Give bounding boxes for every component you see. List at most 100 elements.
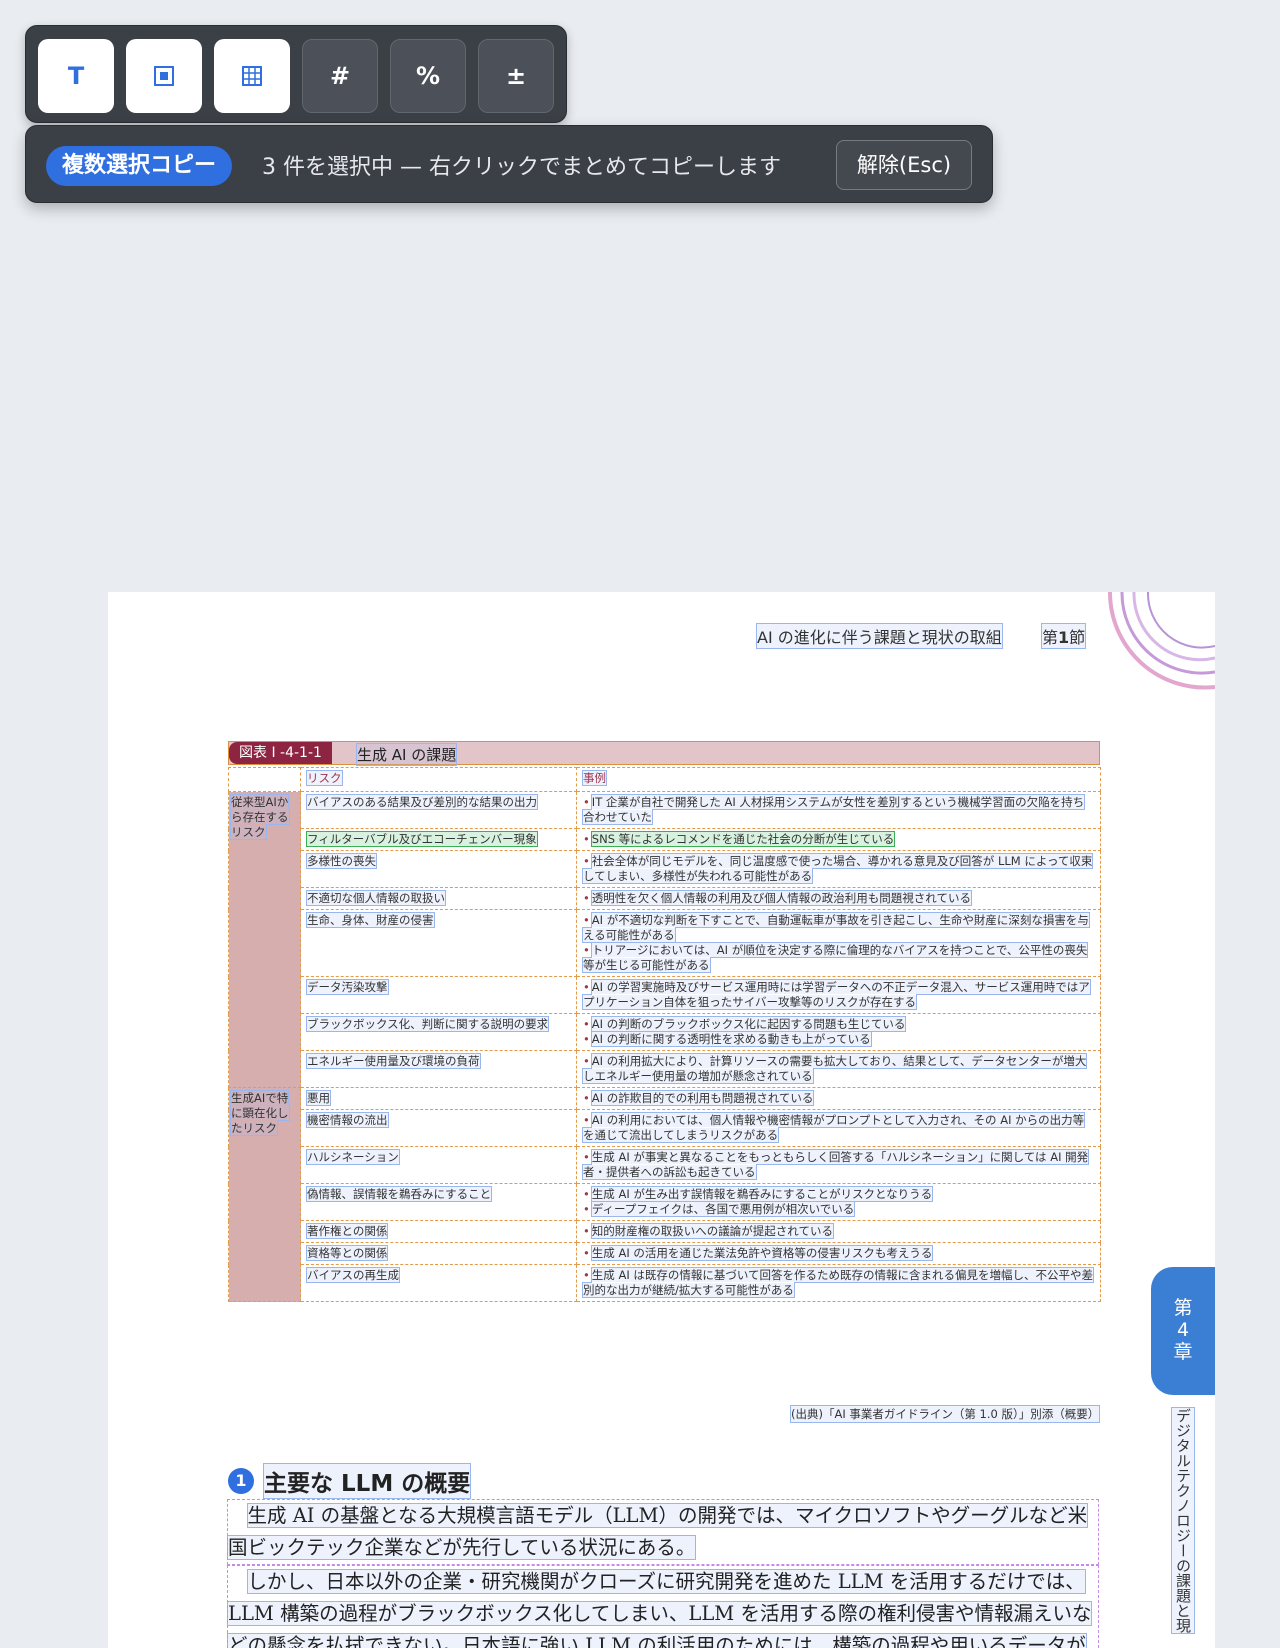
percent-tool-button[interactable]: % bbox=[390, 39, 466, 113]
case-cell: • AI の詐欺目的での利用も問題視されている bbox=[576, 1087, 1101, 1110]
risk-name[interactable]: エネルギー使用量及び環境の負荷 bbox=[306, 1053, 481, 1069]
risk-cell: 偽情報、誤情報を鵜呑みにすること bbox=[300, 1183, 577, 1221]
case-item: • AI の判断のブラックボックス化に起因する問題も生じている bbox=[583, 1016, 1094, 1032]
case-text[interactable]: 社会全体が同じモデルを、同じ温度感で使った場合、導かれる意見及び回答が LLM … bbox=[581, 853, 1094, 884]
column-header-risk: リスク bbox=[300, 767, 577, 792]
case-cell: • AI の学習実施時及びサービス運用時には学習データへの不正データ混入、サービス… bbox=[576, 976, 1101, 1014]
risk-name[interactable]: 悪用 bbox=[306, 1090, 331, 1106]
text-tool-button[interactable]: T bbox=[38, 39, 114, 113]
case-cell: • 社会全体が同じモデルを、同じ温度感で使った場合、導かれる意見及び回答が LLM… bbox=[576, 850, 1101, 888]
risk-name[interactable]: 機密情報の流出 bbox=[306, 1112, 389, 1128]
bullet-icon: • bbox=[583, 1246, 590, 1260]
case-item: • トリアージにおいては、AI が順位を決定する際に倫理的なバイアスを持つことで、… bbox=[581, 942, 1094, 973]
case-item: • 知的財産権の取扱いへの議論が提起されている bbox=[583, 1223, 1094, 1239]
box-tool-button[interactable] bbox=[126, 39, 202, 113]
case-cell: • 生成 AI が生み出す誤情報を鵜呑みにすることがリスクとなりうる • ディープフェ… bbox=[576, 1183, 1101, 1221]
bullet-icon: • bbox=[583, 1032, 590, 1046]
risk-cell: 資格等との関係 bbox=[300, 1242, 577, 1265]
table-tool-button[interactable] bbox=[214, 39, 290, 113]
case-text[interactable]: 知的財産権の取扱いへの議論が提起されている bbox=[590, 1223, 834, 1239]
risk-name[interactable]: 多様性の喪失 bbox=[306, 853, 377, 869]
risk-cell: ハルシネーション bbox=[300, 1146, 577, 1184]
bullet-icon: • bbox=[583, 832, 590, 846]
number-tool-button[interactable]: # bbox=[302, 39, 378, 113]
risk-cell: 機密情報の流出 bbox=[300, 1109, 577, 1147]
case-item: • IT 企業が自社で開発した AI 人材採用システムが女性を差別するという機械学… bbox=[581, 794, 1094, 825]
risk-cell: 悪用 bbox=[300, 1087, 577, 1110]
risk-name[interactable]: バイアスの再生成 bbox=[306, 1267, 400, 1283]
case-text[interactable]: AI の詐欺目的での利用も問題視されている bbox=[590, 1090, 815, 1106]
figure-source: (出典)「AI 事業者ガイドライン（第 1.0 版）」別添（概要） bbox=[789, 1405, 1101, 1423]
case-text[interactable]: 生成 AI が事実と異なることをもっともらしく回答する「ハルシネーション」に関し… bbox=[581, 1149, 1090, 1180]
case-cell: • AI の判断のブラックボックス化に起因する問題も生じている • AI の判断に関す… bbox=[576, 1013, 1101, 1051]
table-row: ブラックボックス化、判断に関する説明の要求 • AI の判断のブラックボックス化に起… bbox=[229, 1013, 1101, 1051]
case-item: • AI の詐欺目的での利用も問題視されている bbox=[583, 1090, 1094, 1106]
bullet-icon: • bbox=[583, 891, 590, 905]
case-cell: • 生成 AI が事実と異なることをもっともらしく回答する「ハルシネーション」に関… bbox=[576, 1146, 1101, 1184]
column-header-case: 事例 bbox=[576, 767, 1101, 792]
risk-name[interactable]: 生命、身体、財産の侵害 bbox=[306, 912, 435, 928]
plusminus-tool-button[interactable]: ± bbox=[478, 39, 554, 113]
table-row: 不適切な個人情報の取扱い • 透明性を欠く個人情報の利用及び個人情報の政治利用も問題… bbox=[229, 887, 1101, 910]
bullet-icon: • bbox=[583, 1187, 590, 1201]
risk-name[interactable]: データ汚染攻撃 bbox=[306, 979, 389, 995]
case-cell: • AI の利用拡大により、計算リソースの需要も拡大しており、結果として、データセ… bbox=[576, 1050, 1101, 1088]
bullet-icon: • bbox=[583, 1054, 590, 1068]
case-text[interactable]: ディープフェイクは、各国で悪用例が相次いでいる bbox=[590, 1201, 856, 1217]
table-row: 偽情報、誤情報を鵜呑みにすること • 生成 AI が生み出す誤情報を鵜呑みにすること… bbox=[229, 1183, 1101, 1221]
case-text[interactable]: AI の判断に関する透明性を求める動きも上がっている bbox=[590, 1031, 872, 1047]
case-item: • SNS 等によるレコメンドを通じた社会の分断が生じている bbox=[583, 831, 1094, 847]
risk-group-label: 生成AIで特に顕在化したリスク bbox=[228, 1087, 301, 1302]
figure-title: 生成 AI の課題 bbox=[355, 743, 458, 766]
case-item: • AI が不適切な判断を下すことで、自動運転車が事故を引き起こし、生命や財産に深… bbox=[582, 912, 1094, 943]
table-row: 従来型AIから存在するリスク バイアスのある結果及び差別的な結果の出力 • IT 企業… bbox=[228, 791, 1101, 1088]
bullet-icon: • bbox=[583, 1113, 590, 1127]
case-text[interactable]: AI の学習実施時及びサービス運用時には学習データへの不正データ混入、サービス運… bbox=[582, 979, 1091, 1010]
bullet-icon: • bbox=[583, 795, 590, 809]
case-text[interactable]: トリアージにおいては、AI が順位を決定する際に倫理的なバイアスを持つことで、公… bbox=[581, 942, 1089, 973]
table-grid-icon bbox=[242, 66, 262, 86]
case-text[interactable]: 生成 AI が生み出す誤情報を鵜呑みにすることがリスクとなりうる bbox=[590, 1186, 934, 1202]
table-row: 多様性の喪失 • 社会全体が同じモデルを、同じ温度感で使った場合、導かれる意見及び回… bbox=[229, 850, 1101, 888]
case-text[interactable]: 透明性を欠く個人情報の利用及び個人情報の政治利用も問題視されている bbox=[590, 890, 972, 906]
risk-name[interactable]: 偽情報、誤情報を鵜呑みにすること bbox=[305, 1186, 493, 1202]
hash-icon: # bbox=[329, 62, 351, 90]
table-header-row: リスク 事例 bbox=[228, 767, 1101, 792]
bullet-icon: • bbox=[583, 1202, 590, 1216]
mode-badge: 複数選択コピー bbox=[46, 146, 233, 186]
table-row: データ汚染攻撃 • AI の学習実施時及びサービス運用時には学習データへの不正データ… bbox=[229, 976, 1101, 1014]
decorative-arcs-icon bbox=[1107, 592, 1215, 690]
case-text[interactable]: IT 企業が自社で開発した AI 人材採用システムが女性を差別するという機械学習… bbox=[581, 794, 1086, 825]
risk-name[interactable]: バイアスのある結果及び差別的な結果の出力 bbox=[306, 794, 538, 810]
risk-name[interactable]: ハルシネーション bbox=[306, 1149, 400, 1165]
table-row: 生命、身体、財産の侵害 • AI が不適切な判断を下すことで、自動運転車が事故を引き… bbox=[229, 909, 1101, 977]
risk-cell: バイアスの再生成 bbox=[300, 1264, 577, 1302]
chapter-tab-prefix: 第 bbox=[1173, 1297, 1193, 1319]
case-item: • ディープフェイクは、各国で悪用例が相次いでいる bbox=[583, 1201, 1094, 1217]
case-item: • 生成 AI の活用を通じた業法免許や資格等の侵害リスクも考えうる bbox=[583, 1245, 1094, 1261]
case-text[interactable]: 生成 AI は既存の情報に基づいて回答を作るため既存の情報に含まれる偏見を増幅し… bbox=[581, 1267, 1095, 1298]
case-item: • 生成 AI は既存の情報に基づいて回答を作るため既存の情報に含まれる偏見を増幅… bbox=[581, 1267, 1095, 1298]
risk-name[interactable]: 資格等との関係 bbox=[305, 1245, 389, 1261]
risk-cell: データ汚染攻撃 bbox=[300, 976, 577, 1014]
plus-minus-icon: ± bbox=[505, 62, 527, 90]
case-item: • AI の判断に関する透明性を求める動きも上がっている bbox=[583, 1031, 1094, 1047]
bullet-icon: • bbox=[583, 854, 590, 868]
case-text[interactable]: AI の利用拡大により、計算リソースの需要も拡大しており、結果として、データセン… bbox=[581, 1053, 1088, 1084]
risk-name[interactable]: 著作権との関係 bbox=[305, 1223, 389, 1239]
case-text[interactable]: SNS 等によるレコメンドを通じた社会の分断が生じている bbox=[590, 831, 896, 847]
case-text[interactable]: 生成 AI の活用を通じた業法免許や資格等の侵害リスクも考えうる bbox=[590, 1245, 934, 1261]
case-cell: • 知的財産権の取扱いへの議論が提起されている bbox=[576, 1220, 1101, 1243]
section-prefix: 第 bbox=[1042, 628, 1059, 647]
risk-group-label-text: 従来型AIから存在するリスク bbox=[230, 794, 290, 840]
chapter-tab-suffix: 章 bbox=[1173, 1341, 1193, 1363]
case-text[interactable]: AI の利用においては、個人情報や機密情報がプロンプトとして入力され、その AI… bbox=[581, 1112, 1086, 1143]
case-text[interactable]: AI が不適切な判断を下すことで、自動運転車が事故を引き起こし、生命や財産に深刻… bbox=[582, 912, 1090, 943]
paragraph-1-text: 生成 AI の基盤となる大規模言語モデル（LLM）の開発では、マイクロソフトやグ… bbox=[226, 1503, 1089, 1560]
risk-name[interactable]: 不適切な個人情報の取扱い bbox=[306, 890, 446, 906]
risk-name[interactable]: フィルターバブル及びエコーチェンバー現象 bbox=[306, 831, 538, 847]
risk-name[interactable]: ブラックボックス化、判断に関する説明の要求 bbox=[305, 1016, 550, 1032]
clear-selection-button[interactable]: 解除(Esc) bbox=[836, 140, 972, 190]
case-text[interactable]: AI の判断のブラックボックス化に起因する問題も生じている bbox=[590, 1016, 907, 1032]
case-item: • 社会全体が同じモデルを、同じ温度感で使った場合、導かれる意見及び回答が LLM… bbox=[581, 853, 1094, 884]
